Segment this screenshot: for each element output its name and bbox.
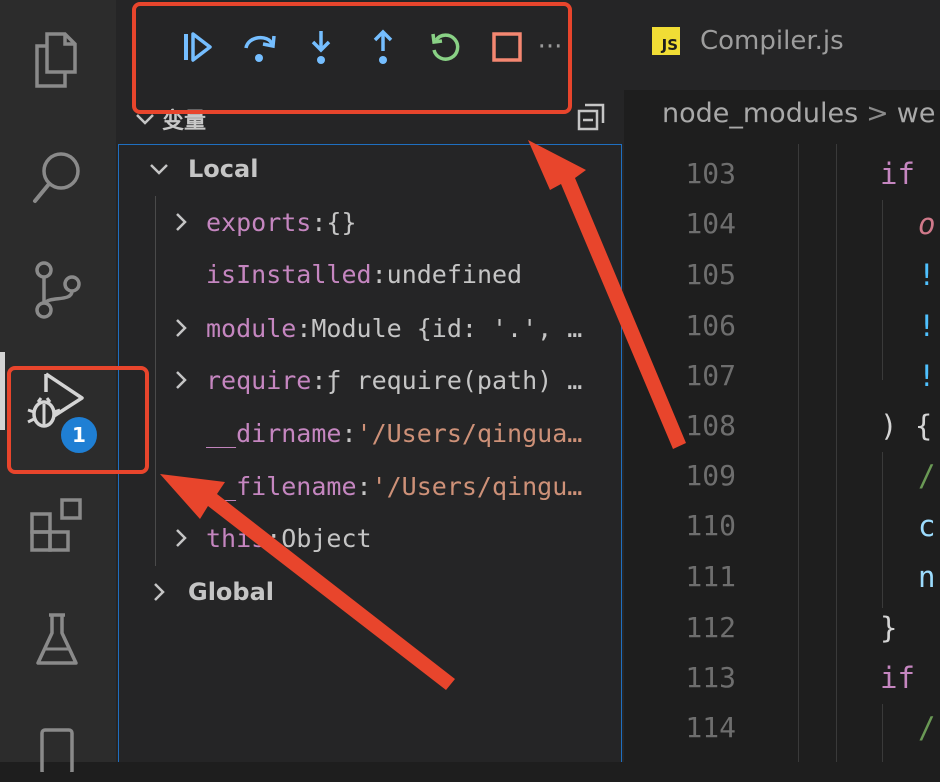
arrow-to-run-debug xyxy=(160,474,455,690)
arrow-to-toolbar xyxy=(528,140,686,449)
annotation-arrows xyxy=(160,140,686,690)
